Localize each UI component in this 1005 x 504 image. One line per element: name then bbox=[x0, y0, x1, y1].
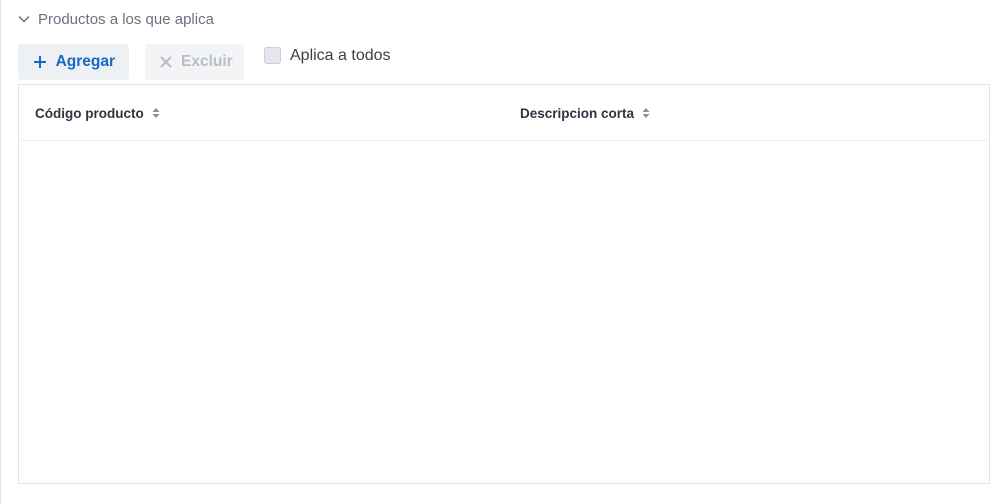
toolbar: Agregar Excluir bbox=[18, 44, 244, 80]
chevron-down-icon[interactable] bbox=[17, 12, 31, 26]
apply-all-option[interactable]: Aplica a todos bbox=[264, 45, 391, 65]
panel: Productos a los que aplica Agregar Exclu… bbox=[0, 0, 1005, 504]
column-header-label: Descripcion corta bbox=[520, 105, 635, 121]
apply-all-label: Aplica a todos bbox=[290, 47, 391, 64]
close-icon bbox=[159, 55, 173, 69]
table-header: Código producto Descripcion corta bbox=[19, 85, 989, 141]
sort-icon[interactable] bbox=[152, 107, 160, 119]
plus-icon bbox=[32, 54, 48, 70]
add-button-label: Agregar bbox=[55, 53, 115, 70]
table-body bbox=[19, 141, 989, 483]
column-header-label: Código producto bbox=[35, 105, 144, 121]
section-header-toggle[interactable]: Productos a los que aplica bbox=[17, 8, 214, 30]
apply-all-checkbox[interactable] bbox=[264, 46, 281, 64]
exclude-button-label: Excluir bbox=[181, 53, 233, 70]
exclude-button[interactable]: Excluir bbox=[145, 44, 244, 80]
section-title: Productos a los que aplica bbox=[38, 10, 214, 28]
add-button[interactable]: Agregar bbox=[18, 44, 129, 80]
column-header-short-description[interactable]: Descripcion corta bbox=[520, 85, 650, 141]
products-table: Código producto Descripcion corta bbox=[18, 84, 990, 484]
sort-icon[interactable] bbox=[642, 107, 650, 119]
column-header-product-code[interactable]: Código producto bbox=[35, 85, 160, 141]
